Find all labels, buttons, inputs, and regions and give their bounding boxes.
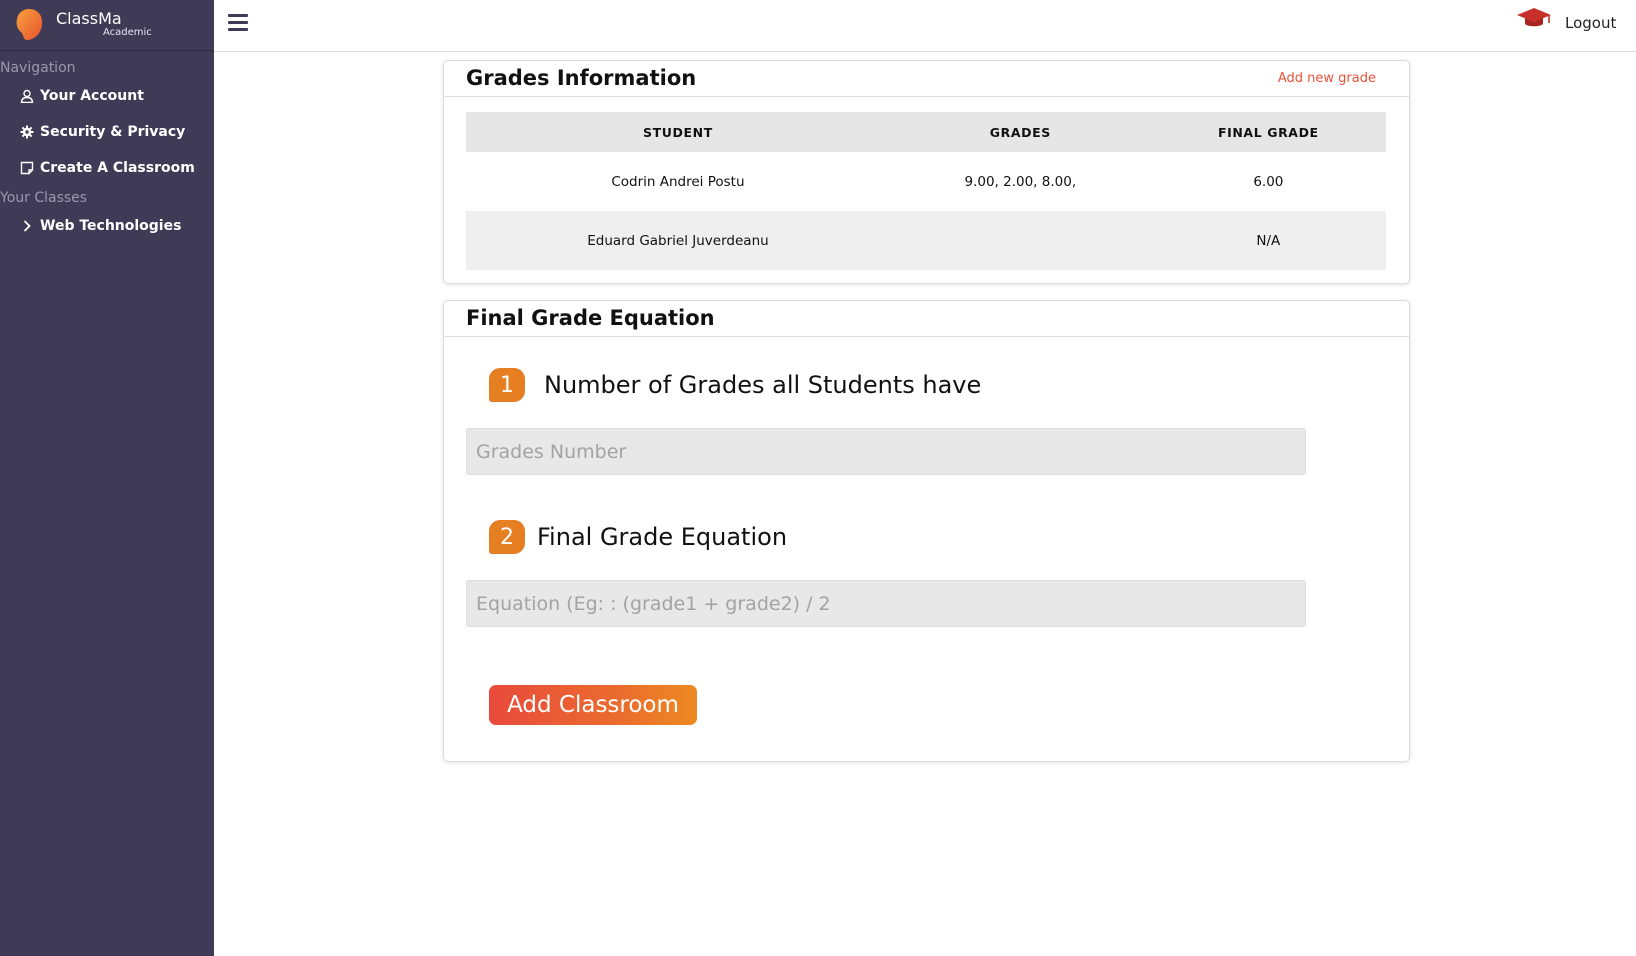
step-number-badge: 1 xyxy=(489,368,525,402)
card-title: Final Grade Equation xyxy=(466,306,715,330)
sidebar-item-label: Create A Classroom xyxy=(40,160,195,176)
sidebar-item-label: Security & Privacy xyxy=(40,124,186,140)
navigation-heading: Navigation xyxy=(0,60,76,76)
sidebar-item-label: Your Account xyxy=(40,88,144,104)
student-name: Codrin Andrei Postu xyxy=(611,173,745,190)
card-header: Grades Information Add new grade xyxy=(444,61,1409,97)
gear-icon xyxy=(20,125,34,139)
grades-information-card: Grades Information Add new grade STUDENT… xyxy=(443,60,1410,284)
table-row: Codrin Andrei Postu 9.00, 2.00, 8.00, 6.… xyxy=(466,152,1386,211)
hamburger-icon[interactable] xyxy=(228,14,248,32)
add-new-grade-link[interactable]: Add new grade xyxy=(1278,71,1376,86)
sidebar: ClassMa Academic Navigation Your Account xyxy=(0,0,214,956)
user-icon xyxy=(20,89,34,103)
brand-name: ClassMa xyxy=(56,9,122,28)
student-grades: 9.00, 2.00, 8.00, xyxy=(964,173,1077,190)
column-header-final-grade: FINAL GRADE xyxy=(1150,112,1386,152)
sidebar-item-label: Web Technologies xyxy=(40,218,182,234)
step-label: Number of Grades all Students have xyxy=(544,371,982,399)
grades-number-input[interactable] xyxy=(466,428,1306,475)
sidebar-item-create-classroom[interactable]: Create A Classroom xyxy=(20,160,195,176)
your-classes-heading: Your Classes xyxy=(0,190,88,206)
sidebar-item-your-account[interactable]: Your Account xyxy=(20,88,144,104)
student-final-grade: 6.00 xyxy=(1253,173,1284,190)
column-header-grades: GRADES xyxy=(889,112,1151,152)
sidebar-item-security-privacy[interactable]: Security & Privacy xyxy=(20,124,185,140)
chevron-right-icon xyxy=(23,220,31,232)
logout-link[interactable]: Logout xyxy=(1565,14,1616,32)
student-grades xyxy=(889,211,1151,270)
table-header-row: STUDENT GRADES FINAL GRADE xyxy=(466,112,1386,152)
graduation-cap-icon xyxy=(1517,8,1551,27)
card-title: Grades Information xyxy=(466,66,697,90)
add-classroom-button[interactable]: Add Classroom xyxy=(489,685,697,725)
brand[interactable]: ClassMa Academic xyxy=(0,0,214,51)
column-header-student: STUDENT xyxy=(466,112,890,152)
step-label: Final Grade Equation xyxy=(537,523,788,551)
brand-logo-icon xyxy=(16,9,43,40)
step-number-badge: 2 xyxy=(489,520,525,554)
card-header: Final Grade Equation xyxy=(444,301,1409,337)
final-grade-equation-card: Final Grade Equation 1 Number of Grades … xyxy=(443,300,1410,762)
student-final-grade: N/A xyxy=(1150,211,1386,270)
step-1: 1 Number of Grades all Students have xyxy=(489,368,981,402)
sidebar-item-web-technologies[interactable]: Web Technologies xyxy=(20,218,181,234)
table-row: Eduard Gabriel Juverdeanu N/A xyxy=(466,211,1386,270)
topbar: Logout xyxy=(214,0,1636,52)
grades-table: STUDENT GRADES FINAL GRADE Codrin Andrei… xyxy=(466,112,1386,270)
brand-subtitle: Academic xyxy=(103,27,152,38)
equation-input[interactable] xyxy=(466,580,1306,627)
note-icon xyxy=(20,161,34,175)
step-2: 2 Final Grade Equation xyxy=(489,520,787,554)
student-name: Eduard Gabriel Juverdeanu xyxy=(466,211,890,270)
